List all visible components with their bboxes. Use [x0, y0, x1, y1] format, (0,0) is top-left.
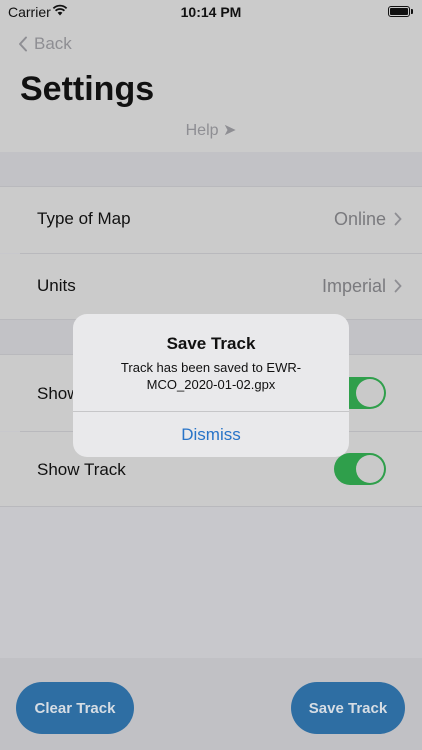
settings-screen: Carrier 10:14 PM Back Settings Help ➤ Ty… — [0, 0, 422, 750]
show-track-switch[interactable] — [334, 453, 386, 485]
nav-header: Back Settings Help ➤ — [0, 24, 422, 152]
save-track-alert: Save Track Track has been saved to EWR-M… — [73, 314, 349, 457]
clock: 10:14 PM — [180, 4, 242, 20]
show-track-label: Show Track — [37, 460, 126, 479]
units-label: Units — [37, 276, 76, 295]
units-row[interactable]: Units Imperial — [0, 254, 422, 320]
page-title: Settings — [20, 70, 155, 108]
alert-title: Save Track — [166, 334, 256, 353]
alert-message: Track has been saved to EWR-MCO_2020-01-… — [120, 360, 302, 392]
bottom-toolbar: Clear Track Save Track — [0, 658, 422, 750]
units-value: Imperial — [321, 276, 386, 296]
disclosure-chevron-icon — [394, 279, 402, 293]
dismiss-button[interactable]: Dismiss — [73, 412, 349, 457]
back-chevron-icon — [19, 36, 27, 52]
map-type-row[interactable]: Type of Map Online — [0, 187, 422, 253]
disclosure-chevron-icon — [394, 212, 402, 226]
map-type-value: Online — [333, 209, 386, 229]
help-link[interactable]: Help ➤ — [0, 120, 422, 140]
clear-track-button[interactable]: Clear Track — [16, 682, 134, 734]
section-gap — [0, 152, 422, 187]
save-track-button[interactable]: Save Track — [291, 682, 405, 734]
battery-icon — [388, 6, 413, 17]
map-type-label: Type of Map — [37, 209, 131, 228]
status-bar: Carrier 10:14 PM — [0, 0, 422, 24]
back-button[interactable]: Back — [18, 34, 72, 54]
back-label: Back — [34, 34, 72, 53]
divider — [0, 506, 422, 507]
